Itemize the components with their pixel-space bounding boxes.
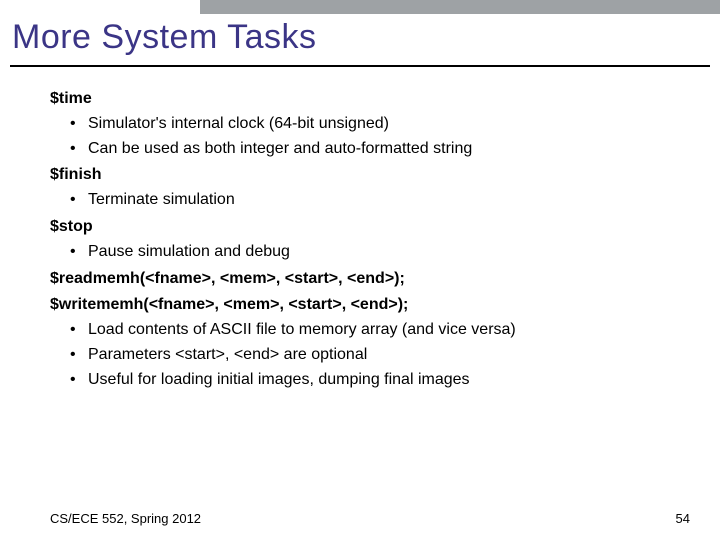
top-bar — [200, 0, 720, 14]
bullet-item: Load contents of ASCII file to memory ar… — [88, 318, 690, 343]
title-underline — [10, 65, 710, 67]
heading-stop: $stop — [50, 215, 690, 240]
slide-content: $time Simulator's internal clock (64-bit… — [50, 85, 690, 393]
heading-time: $time — [50, 87, 690, 112]
bullet-item: Terminate simulation — [88, 188, 690, 213]
footer-page-number: 54 — [676, 511, 690, 526]
heading-writememh: $writememh(<fname>, <mem>, <start>, <end… — [50, 293, 690, 318]
bullet-item: Useful for loading initial images, dumpi… — [88, 368, 690, 393]
slide-title: More System Tasks — [12, 18, 317, 57]
bullet-item: Pause simulation and debug — [88, 240, 690, 265]
footer-course: CS/ECE 552, Spring 2012 — [50, 511, 201, 526]
bullet-item: Parameters <start>, <end> are optional — [88, 343, 690, 368]
heading-finish: $finish — [50, 163, 690, 188]
bullet-item: Can be used as both integer and auto-for… — [88, 137, 690, 162]
bullet-item: Simulator's internal clock (64-bit unsig… — [88, 112, 690, 137]
heading-readmemh: $readmemh(<fname>, <mem>, <start>, <end>… — [50, 267, 690, 292]
